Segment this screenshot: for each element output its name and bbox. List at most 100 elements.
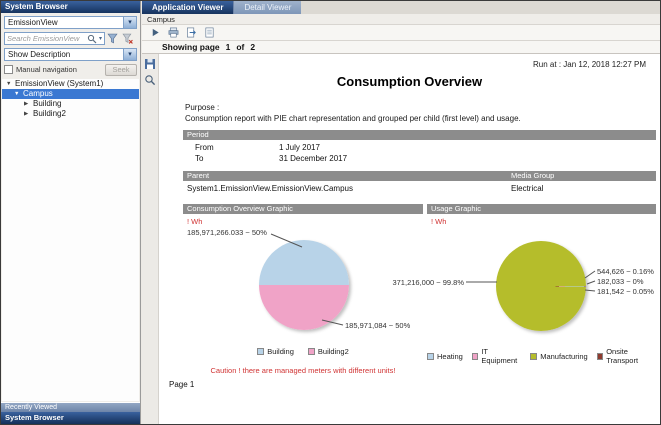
breadcrumb[interactable]: Campus [142, 14, 660, 25]
tab-application-viewer[interactable]: Application Viewer [142, 1, 233, 14]
pie-annotation: 185,971,266.033 ~ 50% [187, 228, 267, 237]
legend-swatch-building [257, 348, 264, 355]
page-total: 2 [250, 42, 255, 52]
manual-navigation-label: Manual navigation [16, 65, 105, 74]
manual-navigation-row: Manual navigation Seek [4, 63, 137, 76]
pie-annotation: 544,626 ~ 0.16% [597, 267, 654, 276]
run-timestamp: Run at : Jan 12, 2018 12:27 PM [533, 60, 646, 69]
legend-label: IT Equipment [481, 347, 521, 365]
parent-value: System1.EmissionView.EmissionView.Campus [187, 184, 353, 193]
legend-swatch-onsite-transport [597, 353, 603, 360]
filter-icon[interactable] [107, 33, 120, 45]
unit-warning-left: ! Wh [187, 217, 202, 226]
usage-pie-chart [496, 241, 586, 331]
search-options-chevron-icon[interactable]: ▾ [97, 35, 104, 42]
legend-item: Manufacturing [530, 352, 588, 361]
zoom-icon[interactable] [144, 74, 156, 86]
period-section-header: Period [183, 130, 656, 140]
usage-graphic-header: Usage Graphic [427, 204, 656, 214]
tree-item-campus[interactable]: ▼ Campus [2, 89, 139, 99]
tree-item-label: Building2 [33, 109, 66, 119]
expander-right-icon[interactable]: ▶ [24, 109, 33, 119]
purpose-text: Consumption report with PIE chart repres… [185, 114, 521, 123]
search-field[interactable]: ▾ [4, 32, 105, 45]
legend-item: IT Equipment [472, 347, 521, 365]
report-title: Consumption Overview [159, 74, 660, 89]
search-icon[interactable] [87, 34, 97, 44]
page-status-label: Showing page [162, 42, 220, 52]
to-label: To [195, 154, 203, 163]
save-icon[interactable] [144, 58, 156, 70]
page-status: Showing page 1 of 2 [142, 41, 660, 54]
chevron-down-icon[interactable]: ▾ [123, 49, 136, 60]
system-browser-title: System Browser [5, 2, 68, 11]
system-browser-bottom-tab[interactable]: System Browser [1, 412, 140, 424]
consumption-pie-chart [259, 240, 349, 330]
run-report-icon[interactable] [147, 26, 163, 39]
legend-item: Heating [427, 352, 463, 361]
consumption-legend: Building Building2 [183, 347, 423, 356]
legend-item: Onsite Transport [597, 347, 656, 365]
usage-legend: Heating IT Equipment Manufacturing Onsit… [427, 347, 656, 365]
recently-viewed-header[interactable]: Recently Viewed [1, 402, 140, 412]
export-icon[interactable] [183, 26, 199, 39]
tree-item-building2[interactable]: ▶ Building2 [2, 109, 139, 119]
manual-navigation-checkbox[interactable] [4, 65, 13, 74]
caution-message: Caution ! there are managed meters with … [183, 366, 423, 375]
to-value: 31 December 2017 [279, 154, 347, 163]
parent-section-header: Parent Media Group [183, 171, 656, 181]
legend-label: Building [267, 347, 294, 356]
purpose-label: Purpose : [185, 103, 219, 112]
search-input[interactable] [5, 34, 87, 43]
description-select-value: Show Description [5, 50, 123, 59]
system-select-value: EmissionView [5, 18, 123, 27]
report-toolbar [142, 25, 660, 41]
from-value: 1 July 2017 [279, 143, 320, 152]
page-current: 1 [226, 42, 231, 52]
legend-label: Heating [437, 352, 463, 361]
pie-annotation: 185,971,084 ~ 50% [345, 321, 410, 330]
tree-item-label: Campus [23, 89, 53, 99]
legend-swatch-manufacturing [530, 353, 537, 360]
pie-annotation: 182,033 ~ 0% [597, 277, 644, 286]
tab-detail-viewer[interactable]: Detail Viewer [233, 1, 301, 14]
seek-button[interactable]: Seek [105, 64, 137, 76]
legend-label: Manufacturing [540, 352, 588, 361]
description-select[interactable]: Show Description ▾ [4, 48, 137, 61]
system-browser-panel: System Browser EmissionView ▾ ▾ Show Des… [1, 1, 141, 424]
legend-swatch-it-equipment [472, 353, 478, 360]
media-group-header-label: Media Group [511, 171, 554, 181]
viewer-area: Application Viewer Detail Viewer Campus … [142, 1, 660, 424]
legend-swatch-heating [427, 353, 434, 360]
page-setup-icon[interactable] [201, 26, 217, 39]
legend-label: Onsite Transport [606, 347, 656, 365]
unit-warning-right: ! Wh [431, 217, 446, 226]
page-of-label: of [236, 42, 244, 52]
tree-item-label: Building [33, 99, 61, 109]
search-row: ▾ [4, 32, 137, 45]
application-window: System Browser EmissionView ▾ ▾ Show Des… [0, 0, 661, 425]
page-footer: Page 1 [169, 380, 194, 389]
system-select[interactable]: EmissionView ▾ [4, 16, 137, 29]
from-label: From [195, 143, 214, 152]
chevron-down-icon[interactable]: ▾ [123, 17, 136, 28]
tree-item-emissionview[interactable]: ▼ EmissionView (System1) [2, 79, 139, 89]
parent-header-label: Parent [187, 171, 209, 180]
expander-right-icon[interactable]: ▶ [24, 99, 33, 109]
system-browser-header[interactable]: System Browser [1, 1, 140, 13]
legend-label: Building2 [318, 347, 349, 356]
print-icon[interactable] [165, 26, 181, 39]
viewer-tabbar: Application Viewer Detail Viewer [142, 1, 660, 14]
expander-down-icon[interactable]: ▼ [6, 79, 15, 89]
media-group-value: Electrical [511, 184, 543, 193]
legend-swatch-building2 [308, 348, 315, 355]
pie-annotation: 371,216,000 ~ 99.8% [368, 278, 464, 287]
system-browser-bottom-label: System Browser [5, 413, 64, 422]
report-page: Run at : Jan 12, 2018 12:27 PM Consumpti… [159, 54, 660, 424]
expander-down-icon[interactable]: ▼ [14, 89, 23, 99]
system-tree: ▼ EmissionView (System1) ▼ Campus ▶ Buil… [2, 79, 139, 401]
legend-item: Building2 [308, 347, 349, 356]
tree-item-building[interactable]: ▶ Building [2, 99, 139, 109]
consumption-graphic-header: Consumption Overview Graphic [183, 204, 423, 214]
clear-filter-icon[interactable] [122, 33, 135, 45]
